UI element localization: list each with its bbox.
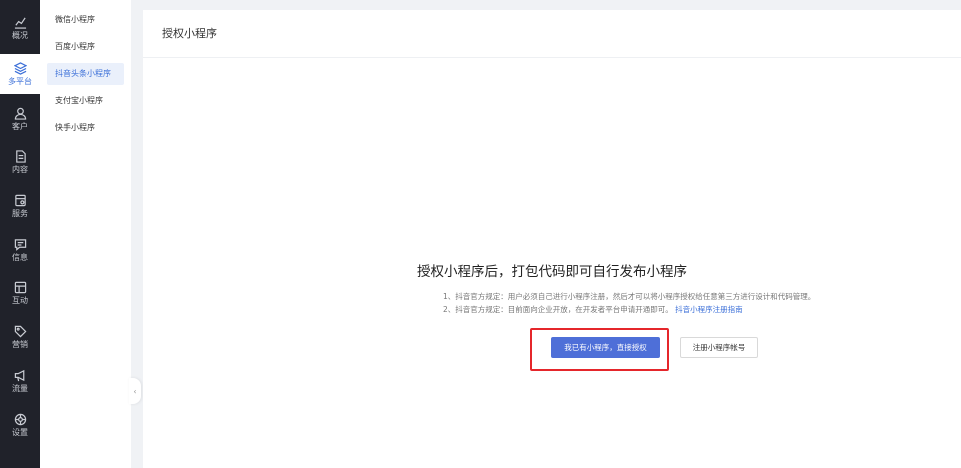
rail-item-label: 多平台 <box>8 77 32 86</box>
tag-icon <box>14 325 26 338</box>
sub-item-baidu[interactable]: 百度小程序 <box>47 36 124 58</box>
sub-nav: 微信小程序 百度小程序 抖音头条小程序 支付宝小程序 快手小程序 <box>40 0 131 468</box>
sub-item-wechat[interactable]: 微信小程序 <box>47 9 124 31</box>
service-icon <box>14 194 26 207</box>
authorize-existing-button[interactable]: 我已有小程序，直接授权 <box>551 337 660 358</box>
rail-item-message[interactable]: 信息 <box>0 230 40 270</box>
chart-icon <box>14 17 26 29</box>
sub-item-douyin[interactable]: 抖音头条小程序 <box>47 63 124 85</box>
rail-item-service[interactable]: 服务 <box>0 186 40 226</box>
authorize-headline: 授权小程序后，打包代码即可自行发布小程序 <box>417 264 687 280</box>
rail-item-multiplatform[interactable]: 多平台 <box>0 54 40 94</box>
rail-item-overview[interactable]: 概况 <box>0 8 40 48</box>
rail-item-label: 信息 <box>12 253 28 262</box>
user-icon <box>14 107 26 120</box>
rail-item-customers[interactable]: 客户 <box>0 99 40 139</box>
rule-note-text: 2、抖音官方规定：目前面向企业开放，在开发者平台申请开通即可。 <box>443 305 673 314</box>
chevron-left-icon: ‹ <box>133 386 137 396</box>
rail-item-label: 流量 <box>12 384 28 393</box>
rail-item-label: 服务 <box>12 209 28 218</box>
settings-icon <box>14 413 26 426</box>
sub-item-kuaishou[interactable]: 快手小程序 <box>47 117 124 139</box>
rail-item-label: 概况 <box>12 31 28 40</box>
rail-item-label: 内容 <box>12 165 28 174</box>
register-account-button[interactable]: 注册小程序帐号 <box>680 337 758 358</box>
rail-item-label: 设置 <box>12 428 28 437</box>
rail-item-label: 互动 <box>12 296 28 305</box>
rail-item-marketing[interactable]: 营销 <box>0 317 40 357</box>
collapse-sidebar-button[interactable]: ‹ <box>129 378 141 404</box>
message-icon <box>14 239 26 251</box>
rail-item-label: 客户 <box>12 122 28 131</box>
main-nav-rail: 概况 多平台 客户 内容 服务 信息 互动 营销 流量 设置 <box>0 0 40 468</box>
megaphone-icon <box>14 369 24 382</box>
rail-item-label: 营销 <box>12 340 28 349</box>
layers-icon <box>13 62 27 75</box>
interaction-icon <box>14 281 26 294</box>
rule-note-2: 2、抖音官方规定：目前面向企业开放，在开发者平台申请开通即可。 抖音小程序注册指… <box>443 304 743 315</box>
rule-note-text: 1、抖音官方规定：用户必须自己进行小程序注册，然后才可以将小程序授权给任意第三方… <box>443 292 816 301</box>
rule-note-1: 1、抖音官方规定：用户必须自己进行小程序注册，然后才可以将小程序授权给任意第三方… <box>443 291 815 302</box>
sub-item-alipay[interactable]: 支付宝小程序 <box>47 90 124 112</box>
rail-item-settings[interactable]: 设置 <box>0 405 40 445</box>
page-title: 授权小程序 <box>143 10 961 58</box>
rail-item-interaction[interactable]: 互动 <box>0 273 40 313</box>
document-icon <box>15 150 26 163</box>
rail-item-traffic[interactable]: 流量 <box>0 361 40 401</box>
rail-item-content[interactable]: 内容 <box>0 142 40 182</box>
main-panel: 授权小程序 授权小程序后，打包代码即可自行发布小程序 1、抖音官方规定：用户必须… <box>143 10 961 468</box>
register-guide-link[interactable]: 抖音小程序注册指南 <box>675 305 743 314</box>
